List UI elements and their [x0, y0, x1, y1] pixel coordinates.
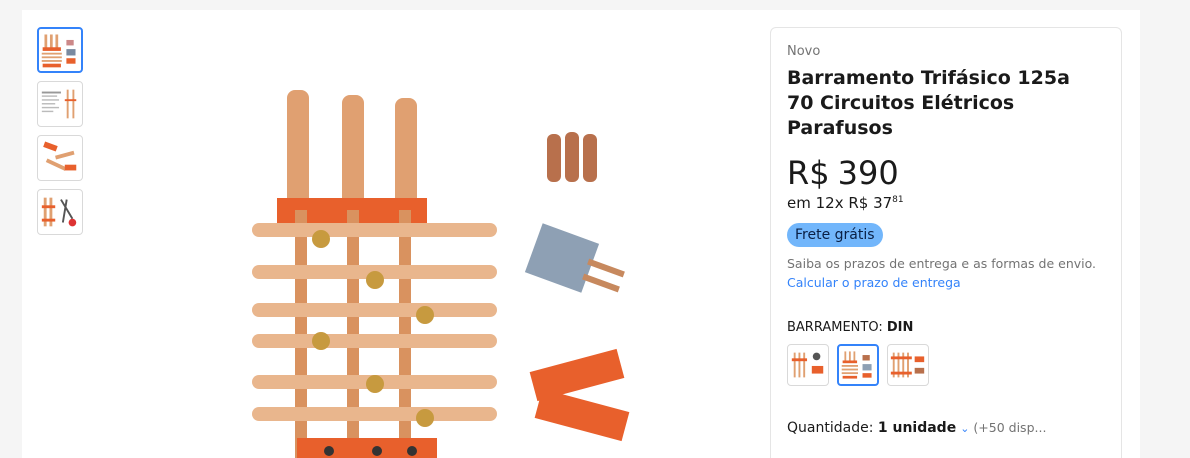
variant-option-din[interactable] — [837, 344, 879, 386]
thumbnail-2[interactable] — [37, 81, 83, 127]
variant-1-image — [791, 352, 824, 378]
variant-option-3[interactable] — [887, 344, 929, 386]
installments-text: em 12x R$ 37 — [787, 194, 893, 212]
price-currency: R$ — [787, 154, 830, 192]
price-value: 390 — [837, 154, 899, 192]
busbar-illustration — [252, 90, 630, 458]
product-title: Barramento Trifásico 125a 70 Circuitos E… — [787, 67, 1070, 139]
variant-label-name: BARRAMENTO: — [787, 320, 883, 335]
quantity-available: (+50 disp... — [973, 420, 1047, 435]
variant-din-image — [841, 351, 872, 379]
buy-box: Novo Barramento Trifásico 125a 70 Circui… — [770, 27, 1122, 458]
variant-label: BARRAMENTO: DIN — [787, 320, 913, 335]
quantity-label: Quantidade: — [787, 420, 874, 436]
thumbnail-3[interactable] — [37, 135, 83, 181]
thumbnail-components-image — [43, 141, 77, 171]
thumbnail-spec-sheet-image — [41, 89, 77, 119]
thumbnail-busbar-image — [41, 34, 76, 68]
thumbnail-4[interactable] — [37, 189, 83, 235]
variant-3-image — [890, 352, 925, 378]
main-product-image[interactable] — [217, 70, 637, 458]
thumbnail-1[interactable] — [37, 27, 83, 73]
free-shipping-badge: Frete grátis — [787, 223, 883, 247]
price: R$ 390 — [787, 154, 899, 192]
variant-selected-value: DIN — [886, 320, 914, 335]
quantity-value: 1 unidade — [877, 420, 957, 436]
variant-option-1[interactable] — [787, 344, 829, 386]
calculate-shipping-link[interactable]: Calcular o prazo de entrega — [787, 275, 961, 290]
chevron-down-icon[interactable]: ⌄ — [960, 422, 969, 435]
installments-cents: 81 — [892, 195, 904, 205]
installments: em 12x R$ 3781 — [787, 194, 904, 212]
quantity-selector[interactable]: Quantidade: 1 unidade ⌄ (+50 disp... — [787, 420, 1046, 436]
shipping-info: Saiba os prazos de entrega e as formas d… — [787, 256, 1097, 271]
condition-label: Novo — [787, 44, 821, 59]
thumbnail-tools-image — [41, 197, 77, 227]
